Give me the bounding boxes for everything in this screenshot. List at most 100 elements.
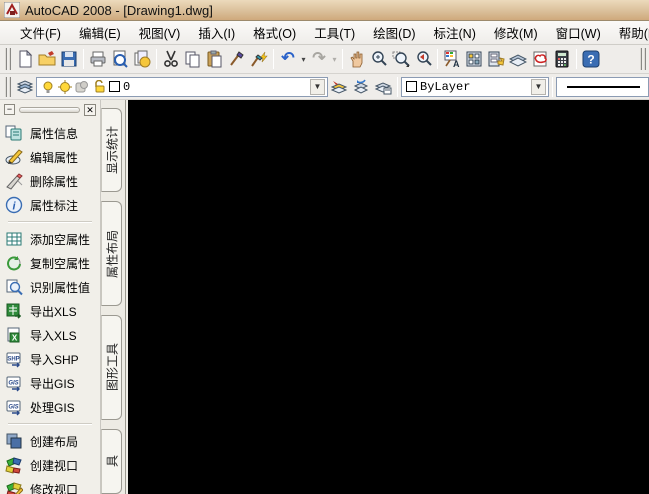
palette-item-recognize-attribute-value[interactable]: 识别属性值 — [0, 275, 100, 299]
new-icon[interactable] — [14, 48, 36, 70]
window-title: AutoCAD 2008 - [Drawing1.dwg] — [25, 2, 213, 18]
current-layer-name: 0 — [123, 79, 131, 94]
color-select[interactable]: ByLayer ▼ — [401, 76, 549, 97]
current-color-name: ByLayer — [420, 79, 471, 94]
menu-dimension[interactable]: 标注(N) — [425, 20, 485, 45]
palette-item-import-xls[interactable]: X 导入XLS — [0, 323, 100, 347]
tab-partial[interactable]: 具 — [101, 428, 122, 494]
palette-item-modify-viewport[interactable]: 修改视口 — [0, 477, 100, 494]
tab-display-statistics[interactable]: 显示统计 — [101, 108, 122, 193]
block-editor-icon[interactable] — [248, 48, 270, 70]
toolbar-grip[interactable] — [5, 76, 11, 97]
zoom-window-icon[interactable] — [390, 48, 412, 70]
edit-attribute-icon — [5, 149, 23, 165]
menu-modify[interactable]: 修改(M) — [485, 20, 547, 45]
standard-toolbar: ↶ ▾ ↷ ▾ A ? — [0, 45, 649, 74]
svg-text:GIS: GIS — [8, 405, 18, 411]
toolbar-separator — [273, 49, 274, 69]
tool-palettes-icon[interactable] — [485, 48, 507, 70]
menu-format[interactable]: 格式(O) — [244, 20, 305, 45]
delete-attribute-icon — [6, 173, 23, 190]
palette-drag-handle[interactable] — [19, 106, 80, 113]
palette-item-edit-attribute[interactable]: 编辑属性 — [0, 145, 100, 169]
palette-item-create-layout[interactable]: 创建布局 — [0, 429, 100, 453]
copy-icon[interactable] — [182, 48, 204, 70]
toolbar-grip[interactable] — [5, 47, 11, 71]
zoom-realtime-icon[interactable] — [368, 48, 390, 70]
layer-on-icon[interactable] — [41, 80, 55, 94]
redo-icon[interactable]: ↷ — [308, 48, 330, 70]
layer-freeze-icon[interactable] — [58, 79, 72, 94]
recognize-attribute-value-icon — [6, 279, 23, 296]
current-color-swatch — [406, 81, 417, 92]
palette-item-attribute-annotate[interactable]: i 属性标注 — [0, 193, 100, 217]
import-xls-icon: X — [7, 327, 20, 343]
layer-previous-icon[interactable] — [350, 76, 372, 98]
layer-states-icon[interactable] — [372, 76, 394, 98]
palette-item-export-gis[interactable]: GIS 导出GIS — [0, 371, 100, 395]
redo-dropdown-icon: ▾ — [332, 54, 337, 64]
cut-icon[interactable] — [160, 48, 182, 70]
designcenter-icon[interactable] — [463, 48, 485, 70]
menu-window[interactable]: 窗口(W) — [547, 20, 610, 45]
layer-viewport-freeze-icon — [75, 80, 88, 92]
linetype-select[interactable] — [556, 76, 649, 97]
palette-item-attribute-info[interactable]: 属性信息 — [0, 121, 100, 145]
layer-properties-manager-icon[interactable] — [14, 76, 36, 98]
copy-empty-attribute-icon — [7, 256, 21, 271]
zoom-previous-icon[interactable] — [412, 48, 434, 70]
tab-drawing-tools[interactable]: 图形工具 — [101, 314, 122, 420]
open-icon[interactable] — [36, 48, 58, 70]
sheet-set-manager-icon[interactable] — [507, 48, 529, 70]
toolbar-grip[interactable] — [640, 47, 646, 71]
palette-tab-strip: 显示统计 属性布局 图形工具 具 — [101, 100, 126, 494]
plot-preview-icon[interactable] — [109, 48, 131, 70]
menu-bar: 文件(F) 编辑(E) 视图(V) 插入(I) 格式(O) 工具(T) 绘图(D… — [0, 21, 649, 45]
palette-item-import-shp[interactable]: SHP 导入SHP — [0, 347, 100, 371]
palette-item-create-viewport[interactable]: 创建视口 — [0, 453, 100, 477]
menu-help[interactable]: 帮助(H) — [610, 20, 649, 45]
paste-icon[interactable] — [204, 48, 226, 70]
publish-icon[interactable] — [131, 48, 153, 70]
save-icon[interactable] — [58, 48, 80, 70]
add-empty-attribute-icon — [6, 232, 22, 246]
make-object-layer-current-icon[interactable] — [328, 76, 350, 98]
palette-item-add-empty-attribute[interactable]: 添加空属性 — [0, 227, 100, 251]
undo-dropdown-icon[interactable]: ▾ — [299, 55, 308, 64]
palette-item-delete-attribute[interactable]: 删除属性 — [0, 169, 100, 193]
title-bar: AutoCAD 2008 - [Drawing1.dwg] — [0, 0, 649, 21]
tab-attribute-layout[interactable]: 属性布局 — [101, 201, 122, 306]
layer-select[interactable]: 0 ▼ — [36, 76, 328, 97]
plot-icon[interactable] — [87, 48, 109, 70]
process-gis-icon: GIS — [6, 400, 21, 416]
markup-set-manager-icon[interactable] — [529, 48, 551, 70]
pan-icon[interactable] — [346, 48, 368, 70]
menu-tools[interactable]: 工具(T) — [305, 20, 364, 45]
svg-text:GIS: GIS — [8, 381, 18, 387]
quickcalc-icon[interactable] — [551, 48, 573, 70]
import-shp-icon: SHP — [6, 352, 21, 368]
toolbar-separator — [397, 76, 398, 97]
drawing-canvas[interactable] — [126, 100, 649, 494]
palette-minimize-icon[interactable]: − — [4, 104, 15, 115]
match-properties-icon[interactable] — [226, 48, 248, 70]
palette-item-export-xls[interactable]: 导出XLS — [0, 299, 100, 323]
menu-edit[interactable]: 编辑(E) — [70, 20, 130, 45]
palette-item-copy-empty-attribute[interactable]: 复制空属性 — [0, 251, 100, 275]
menu-view[interactable]: 视图(V) — [130, 20, 190, 45]
toolbar-separator — [576, 49, 577, 69]
toolbar-separator — [552, 76, 553, 97]
help-icon[interactable]: ? — [580, 48, 602, 70]
create-layout-icon — [6, 433, 22, 449]
menu-file[interactable]: 文件(F) — [11, 20, 70, 45]
palette-close-icon[interactable]: ✕ — [84, 103, 96, 116]
menu-insert[interactable]: 插入(I) — [189, 20, 244, 45]
create-viewport-icon — [5, 457, 22, 474]
color-dropdown-icon[interactable]: ▼ — [531, 78, 546, 95]
properties-icon[interactable]: A — [441, 48, 463, 70]
undo-icon[interactable]: ↶ — [277, 48, 299, 70]
palette-item-process-gis[interactable]: GIS 处理GIS — [0, 395, 100, 419]
menu-draw[interactable]: 绘图(D) — [364, 20, 424, 45]
layer-lock-icon[interactable] — [92, 79, 106, 94]
layer-dropdown-icon[interactable]: ▼ — [310, 78, 325, 95]
